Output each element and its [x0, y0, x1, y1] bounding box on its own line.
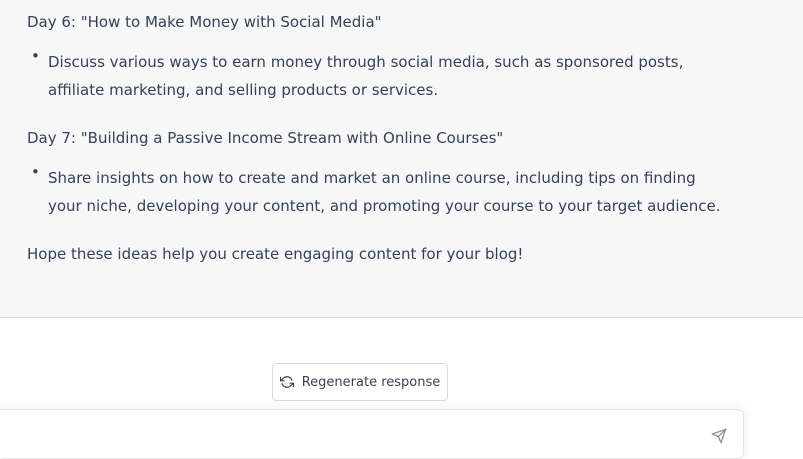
list-item: • Share insights on how to create and ma…: [27, 163, 747, 220]
regenerate-response-button[interactable]: Regenerate response: [272, 363, 448, 401]
bullet-text-line-1: Discuss various ways to earn money throu…: [48, 53, 684, 71]
day-7-heading: Day 7: "Building a Passive Income Stream…: [27, 129, 504, 147]
send-button[interactable]: [711, 428, 729, 446]
day-6-heading: Day 6: "How to Make Money with Social Me…: [27, 13, 382, 31]
bullet-text-line-2: affiliate marketing, and selling product…: [48, 81, 439, 99]
list-item: • Discuss various ways to earn money thr…: [27, 47, 747, 104]
message-input[interactable]: [0, 409, 744, 459]
bullet-dot: •: [31, 163, 40, 181]
response-content: Day 6: "How to Make Money with Social Me…: [27, 8, 747, 288]
paper-plane-icon: [711, 428, 727, 444]
bullet-dot: •: [31, 47, 40, 65]
day-7-bullets: • Share insights on how to create and ma…: [27, 163, 747, 220]
regenerate-label: Regenerate response: [301, 374, 441, 390]
refresh-icon: [279, 375, 294, 389]
assistant-response: Day 6: "How to Make Money with Social Me…: [0, 0, 803, 318]
bullet-text-line-1: Share insights on how to create and mark…: [48, 169, 696, 187]
day-6-bullets: • Discuss various ways to earn money thr…: [27, 47, 747, 104]
closing-text: Hope these ideas help you create engagin…: [27, 245, 524, 263]
bullet-text-line-2: your niche, developing your content, and…: [48, 197, 721, 215]
